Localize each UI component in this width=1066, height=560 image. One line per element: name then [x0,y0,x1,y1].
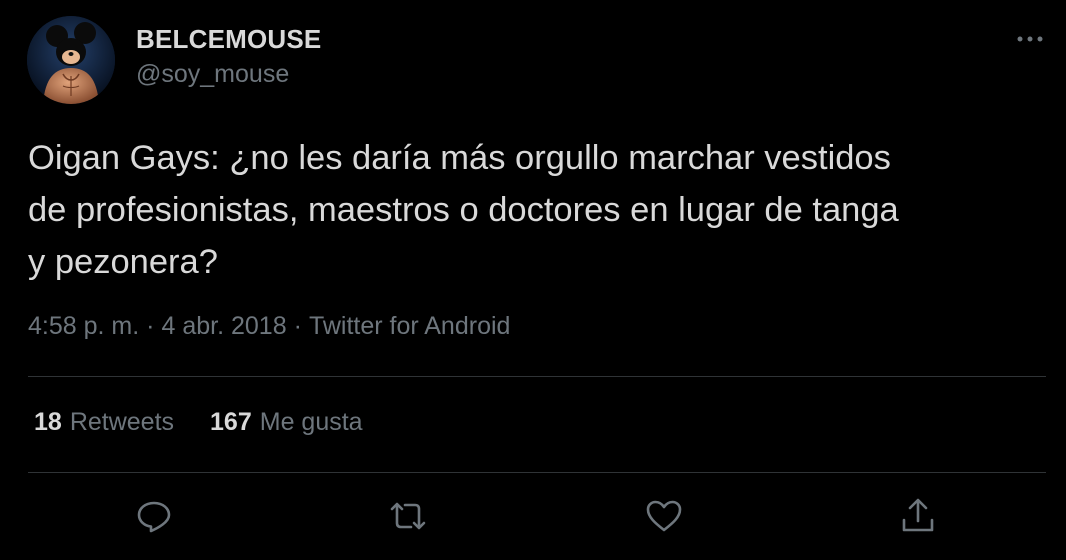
likes-count: 167 [210,408,252,436]
retweets-stat[interactable]: 18 Retweets [34,408,174,437]
tweet-text: Oigan Gays: ¿no les daría más orgullo ma… [28,139,899,281]
share-button[interactable] [898,496,938,536]
user-handle[interactable]: @soy_mouse [136,60,289,89]
mickey-mouse-avatar-icon [27,16,115,104]
separator-dot: · [146,312,155,340]
display-name[interactable]: BELCEMOUSE [136,24,321,55]
reply-icon [137,501,171,533]
avatar[interactable] [27,16,115,104]
tweet-timestamp-link[interactable]: 4:58 p. m. · 4 abr. 2018 [28,312,287,340]
tweet-date: 4 abr. 2018 [161,312,287,340]
engagement-stats: 18 Retweets 167 Me gusta [34,408,363,437]
heart-icon [646,500,682,532]
retweets-count: 18 [34,408,62,436]
separator-dot: · [293,312,302,340]
share-icon [902,498,934,532]
divider [28,376,1046,377]
retweet-button[interactable] [388,496,428,536]
more-horizontal-icon [1017,36,1043,42]
tweet-time: 4:58 p. m. [28,312,140,340]
retweet-icon [390,502,426,530]
more-options-button[interactable] [1012,26,1048,52]
retweets-label: Retweets [69,408,175,436]
reply-button[interactable] [134,496,174,536]
tweet-source-link[interactable]: Twitter for Android [309,312,510,340]
divider [28,472,1046,473]
likes-stat[interactable]: 167 Me gusta [210,408,363,437]
tweet-metadata: 4:58 p. m. · 4 abr. 2018 · Twitter for Andro… [28,312,510,341]
likes-label: Me gusta [259,408,363,436]
like-button[interactable] [644,496,684,536]
